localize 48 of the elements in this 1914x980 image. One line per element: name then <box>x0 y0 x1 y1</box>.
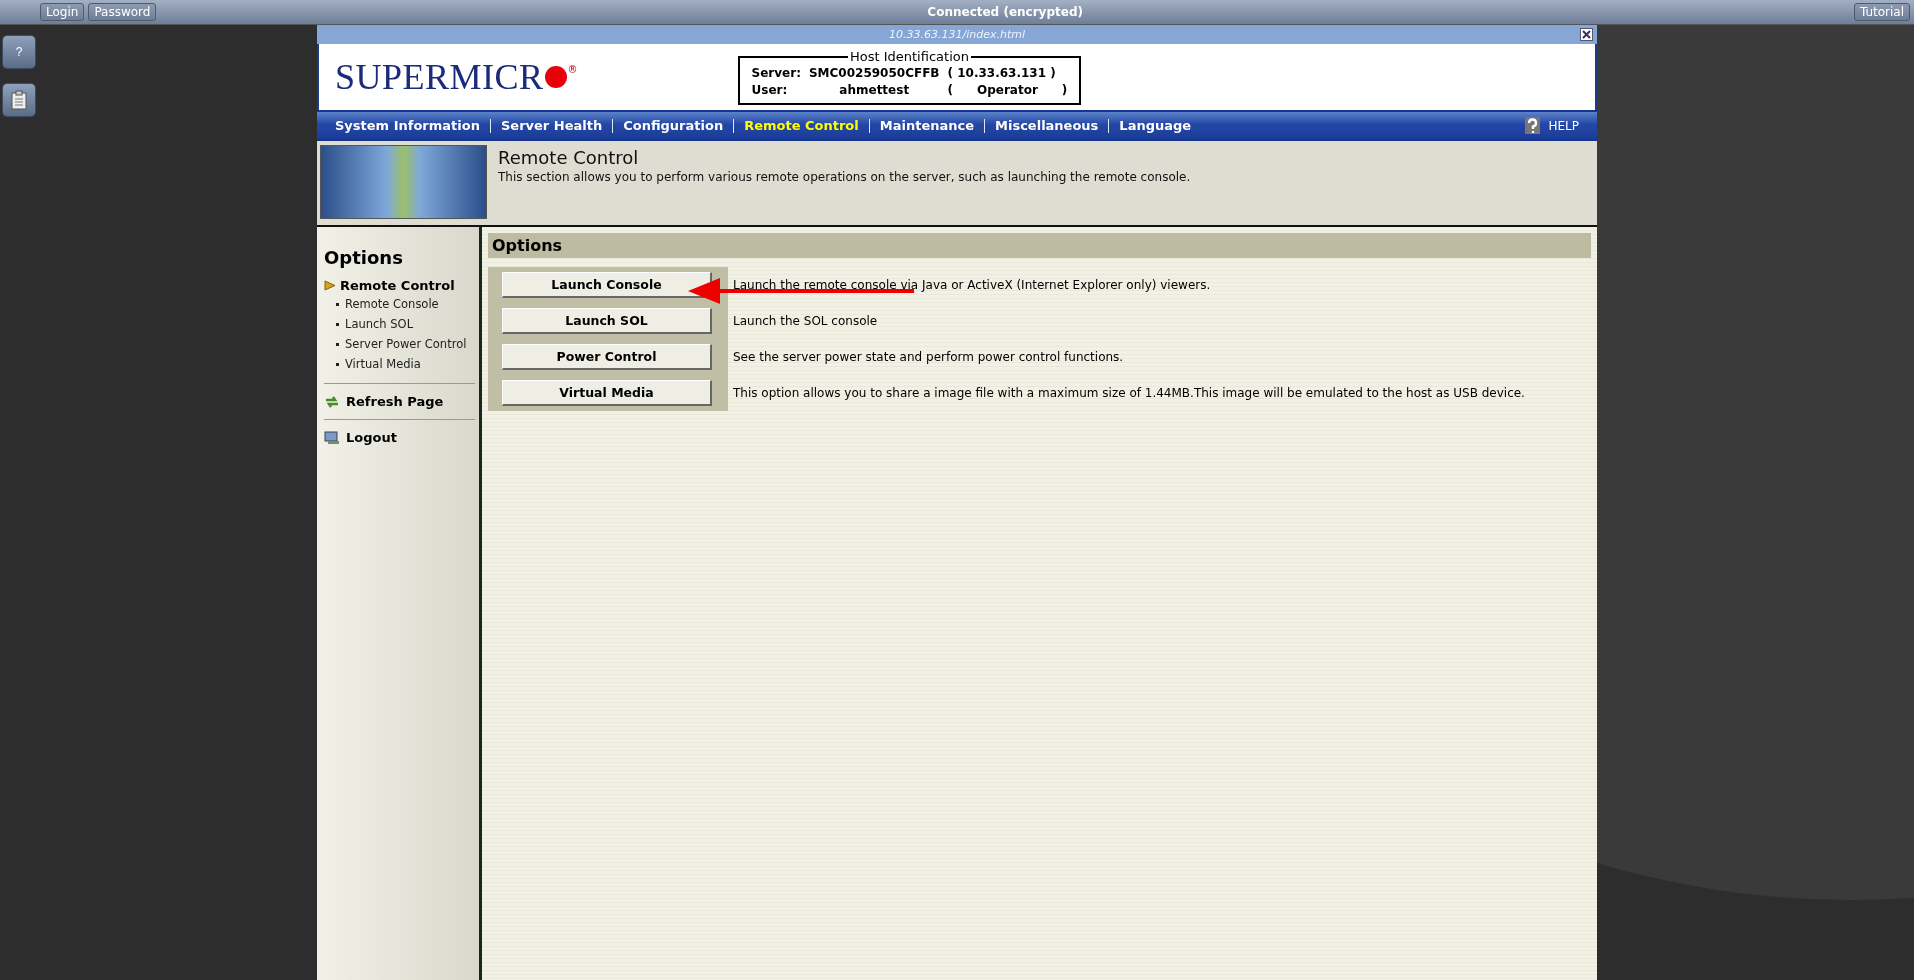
user-name: ahmettest <box>838 83 911 97</box>
server-name: SMC00259050CFFB <box>808 66 940 80</box>
option-description: This option allows you to share a image file with a maximum size of 1.44MB.This image will be emulated to the host as USB device. <box>732 386 1526 400</box>
registered-mark: ® <box>567 64 578 75</box>
sidebar-link[interactable]: Launch SOL <box>324 313 475 333</box>
triangle-icon <box>324 280 336 291</box>
nav-tab[interactable]: Remote Control <box>734 118 869 133</box>
user-role: Operator <box>977 83 1038 97</box>
nav-tab[interactable]: Miscellaneous <box>985 118 1109 133</box>
option-button[interactable]: Launch SOL <box>502 308 712 334</box>
nav-tab[interactable]: Server Health <box>490 118 613 133</box>
user-label: User: <box>751 83 789 97</box>
refresh-arrows-icon <box>324 394 340 409</box>
help-link[interactable]: HELP <box>1525 117 1579 134</box>
connection-status: Connected (encrypted) <box>926 5 1084 19</box>
nav-tab[interactable]: Language <box>1109 118 1202 133</box>
clipboard-icon <box>11 90 27 110</box>
window-title: 10.33.63.131/index.html <box>889 28 1025 41</box>
logo-dot-icon <box>543 65 568 89</box>
host-identification-legend: Host Identification <box>847 49 971 64</box>
option-description: Launch the SOL console <box>732 314 879 328</box>
sidebar-link[interactable]: Virtual Media <box>324 353 475 373</box>
option-button[interactable]: Launch Console <box>502 272 712 298</box>
sidebar-action[interactable]: Logout <box>324 430 475 445</box>
options-header: Options <box>488 233 1591 258</box>
parenthesis: ( <box>947 83 953 97</box>
sidebar-link[interactable]: Server Power Control <box>324 333 475 353</box>
nav-tab[interactable]: Maintenance <box>869 118 984 133</box>
server-ip: ( 10.33.63.131 ) <box>947 66 1057 80</box>
logo-text: SUPERMICR <box>335 56 544 98</box>
clipboard-button[interactable] <box>2 83 36 117</box>
option-description: See the server power state and perform power control functions. <box>732 350 1125 364</box>
server-label: Server: <box>751 66 801 80</box>
sidebar-action[interactable]: Refresh Page <box>324 394 475 409</box>
sidebar-group[interactable]: Remote Control <box>324 278 475 293</box>
option-description: Launch the remote console via Java or ActiveX (Internet Explorer only) viewers. <box>732 278 1212 292</box>
computer-icon <box>324 430 340 445</box>
close-icon[interactable] <box>1580 28 1593 41</box>
help-icon <box>1525 117 1541 134</box>
section-title: Remote Control <box>498 147 640 168</box>
nav-tab[interactable]: System Information <box>325 118 490 133</box>
option-button[interactable]: Power Control <box>502 344 712 370</box>
sidebar-title: Options <box>324 247 404 268</box>
sidebar-link[interactable]: Remote Console <box>324 293 475 313</box>
section-description: This section allows you to perform various remote operations on the server, such as launching the remote console. <box>498 170 1191 184</box>
parenthesis: ) <box>1061 83 1068 97</box>
nav-tab[interactable]: Configuration <box>613 118 734 133</box>
option-button[interactable]: Virtual Media <box>502 380 712 406</box>
